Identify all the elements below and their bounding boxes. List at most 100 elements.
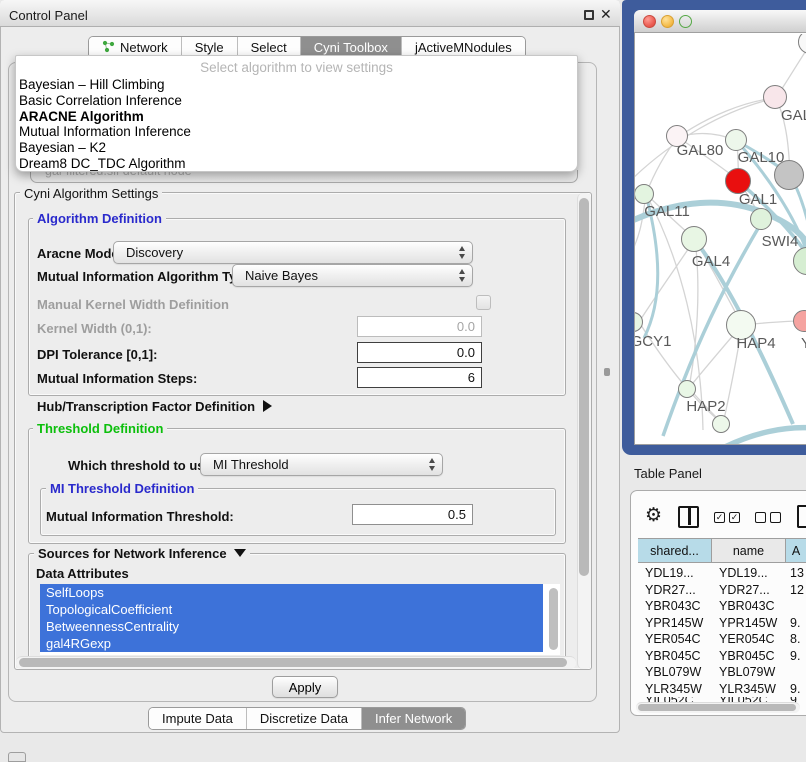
table-cell[interactable]: YBR043C [638, 599, 712, 613]
aracne-mode-combobox[interactable]: Discovery [113, 241, 473, 264]
split-columns-icon[interactable] [678, 506, 699, 528]
tab-impute-data[interactable]: Impute Data [149, 708, 247, 729]
mi-type-label: Mutual Information Algorithm Type: [37, 269, 256, 284]
table-cell[interactable]: YLR345W [638, 682, 712, 696]
table-cell[interactable]: YDL19... [712, 566, 786, 580]
minimize-traffic-light-icon[interactable] [661, 15, 674, 28]
attribute-list-item-selected[interactable]: gal4RGexp [40, 635, 543, 652]
table-cell[interactable]: YLR345W [712, 682, 786, 696]
table-cell[interactable]: 13 [786, 566, 806, 580]
table-cell[interactable]: YDL19... [638, 566, 712, 580]
network-node[interactable] [725, 129, 747, 151]
table-cell[interactable]: YBR045C [712, 649, 786, 663]
close-icon[interactable]: ✕ [600, 6, 612, 23]
mi-type-combobox[interactable]: Naive Bayes [232, 264, 473, 287]
table-cell[interactable]: YPR145W [638, 616, 712, 630]
settings-vscroll-thumb[interactable] [579, 198, 589, 576]
network-node[interactable] [750, 208, 772, 230]
hub-definition-label: Hub/Transcription Factor Definition [37, 399, 255, 414]
kernel-width-field[interactable] [357, 316, 482, 337]
panel-splitter-handle[interactable] [604, 368, 610, 376]
algorithm-option[interactable]: Basic Correlation Inference [16, 93, 577, 109]
network-node[interactable] [712, 415, 730, 433]
table-row[interactable]: YDL19...YDL19...13 [638, 565, 806, 582]
which-threshold-combobox[interactable]: MI Threshold [200, 453, 443, 476]
manual-kernel-checkbox[interactable] [476, 295, 491, 310]
network-node-label: HAP4 [736, 335, 775, 352]
tab-label: Infer Network [375, 711, 452, 726]
maximize-traffic-light-icon[interactable] [679, 15, 692, 28]
tab-label: Impute Data [162, 711, 233, 726]
apply-button[interactable]: Apply [272, 676, 338, 698]
dock-panel-button[interactable] [8, 752, 26, 762]
table-cell[interactable]: YBL079W [638, 665, 712, 679]
which-threshold-value: MI Threshold [213, 457, 289, 472]
column-header-partial[interactable]: A [786, 538, 806, 563]
attribute-list-scrollbar[interactable] [549, 588, 558, 650]
export-table-icon[interactable] [797, 505, 806, 528]
tab-infer-network[interactable]: Infer Network [362, 708, 465, 729]
network-node[interactable] [678, 380, 696, 398]
algorithm-option[interactable]: Bayesian – K2 [16, 140, 577, 156]
table-cell[interactable]: YER054C [712, 632, 786, 646]
network-window-titlebar[interactable] [634, 10, 806, 33]
unchecked-box-icon[interactable] [755, 512, 766, 523]
table-cell[interactable]: 9. [786, 649, 806, 663]
column-header-shared-name[interactable]: shared... [638, 538, 712, 563]
table-row[interactable]: YLR345WYLR345W9. [638, 681, 806, 698]
mi-type-value: Naive Bayes [245, 268, 318, 283]
table-cell[interactable]: YBL079W [712, 665, 786, 679]
table-row[interactable]: YBR043CYBR043C [638, 598, 806, 615]
table-cell[interactable]: YDR27... [712, 583, 786, 597]
table-row[interactable]: YBR045CYBR045C9. [638, 648, 806, 665]
attribute-list-item-selected[interactable]: BetweennessCentrality [40, 618, 543, 635]
network-node[interactable] [763, 85, 787, 109]
network-node-label: Y [801, 335, 806, 352]
manual-kernel-label: Manual Kernel Width Definition [37, 297, 229, 312]
algorithm-option[interactable]: ARACNE Algorithm [16, 109, 577, 125]
data-attributes-list[interactable]: SelfLoopsTopologicalCoefficientBetweenne… [40, 584, 560, 655]
gear-icon[interactable]: ⚙ [645, 504, 662, 527]
table-cell[interactable]: YBR045C [638, 649, 712, 663]
algorithm-option[interactable]: Bayesian – Hill Climbing [16, 77, 577, 93]
table-cell[interactable]: YER054C [638, 632, 712, 646]
table-hscroll-thumb[interactable] [638, 704, 796, 711]
table-cell[interactable]: 8. [786, 632, 806, 646]
table-cell[interactable]: 9. [786, 682, 806, 696]
checked-box-icon[interactable]: ✓ [729, 512, 740, 523]
network-node[interactable] [635, 184, 654, 204]
close-traffic-light-icon[interactable] [643, 15, 656, 28]
table-cell[interactable]: 12 [786, 583, 806, 597]
network-canvas[interactable]: GALGAL80GAL10GAL1GAL11SWI4GAL4GCY1HAP4YH… [635, 34, 806, 444]
table-row[interactable]: YBL079WYBL079W [638, 664, 806, 681]
column-header-name[interactable]: name [712, 538, 786, 563]
settings-hscroll-thumb[interactable] [19, 658, 567, 667]
dpi-tolerance-field[interactable] [357, 342, 482, 363]
aracne-mode-value: Discovery [126, 245, 183, 260]
table-cell[interactable]: YDR27... [638, 583, 712, 597]
table-row[interactable]: YER054CYER054C8. [638, 631, 806, 648]
mi-threshold-label: Mutual Information Threshold: [46, 509, 234, 524]
table-row[interactable]: YPR145WYPR145W9. [638, 615, 806, 632]
attribute-list-item-selected[interactable]: TopologicalCoefficient [40, 601, 543, 618]
control-panel-titlebar [0, 0, 620, 27]
tab-discretize-data[interactable]: Discretize Data [247, 708, 362, 729]
combo-spinner-icon [459, 269, 465, 282]
attribute-list-item-selected[interactable]: SelfLoops [40, 584, 543, 601]
sources-toggle[interactable]: Sources for Network Inference [34, 546, 250, 561]
algorithm-option[interactable]: Dream8 DC_TDC Algorithm [16, 156, 577, 172]
table-row[interactable]: YDR27...YDR27...12 [638, 582, 806, 599]
algorithm-dropdown-popup: Select algorithm to view settings Bayesi… [15, 55, 578, 172]
float-window-icon[interactable] [584, 10, 594, 20]
checked-box-icon[interactable]: ✓ [714, 512, 725, 523]
hub-definition-toggle[interactable]: Hub/Transcription Factor Definition [37, 399, 272, 414]
dpi-tolerance-label: DPI Tolerance [0,1]: [37, 347, 157, 362]
mi-steps-field[interactable] [357, 367, 482, 388]
table-cell[interactable]: YPR145W [712, 616, 786, 630]
table-cell[interactable]: 9. [786, 616, 806, 630]
unchecked-box-icon[interactable] [770, 512, 781, 523]
table-cell[interactable]: YBR043C [712, 599, 786, 613]
mi-threshold-field[interactable] [352, 504, 473, 525]
algorithm-option[interactable]: Mutual Information Inference [16, 124, 577, 140]
network-node[interactable] [681, 226, 707, 252]
